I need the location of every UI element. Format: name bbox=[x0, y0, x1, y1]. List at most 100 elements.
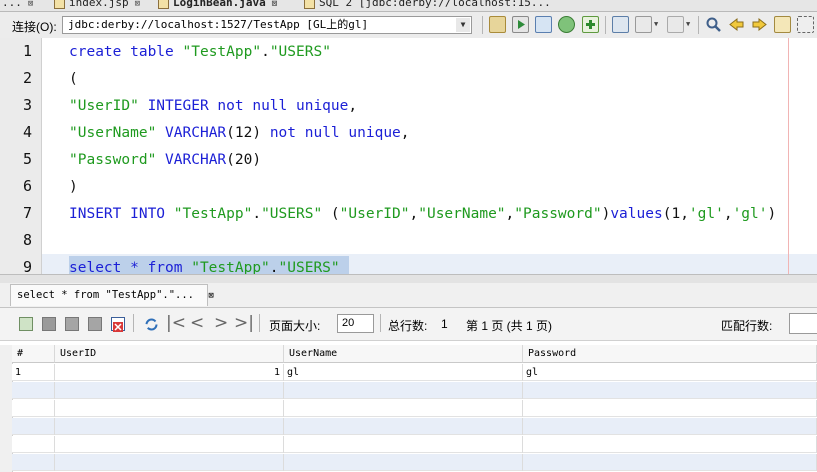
sql-string: "TestApp" bbox=[173, 206, 253, 222]
cancel-edits-icon[interactable] bbox=[88, 317, 102, 331]
refresh-icon[interactable] bbox=[558, 16, 575, 33]
close-icon[interactable]: ⊠ bbox=[208, 291, 213, 301]
file-tab-loginbean[interactable]: LoginBean.java ⊠ bbox=[158, 0, 277, 10]
right-margin-line bbox=[788, 38, 789, 274]
cell-username[interactable] bbox=[284, 436, 523, 453]
add-icon[interactable] bbox=[582, 16, 599, 33]
next-bookmark-icon[interactable] bbox=[797, 16, 814, 33]
cell-password[interactable] bbox=[523, 382, 817, 399]
history-icon[interactable] bbox=[535, 16, 552, 33]
sql-string: "Password" bbox=[514, 206, 602, 222]
file-tab-overflow[interactable]: ... ⊠ bbox=[2, 0, 33, 10]
sql-string: 'gl' bbox=[732, 206, 768, 222]
cell-rownum[interactable] bbox=[12, 382, 55, 399]
close-icon[interactable]: ⊠ bbox=[135, 0, 140, 9]
refresh-records-icon[interactable] bbox=[144, 317, 158, 331]
file-tab-index-jsp[interactable]: index.jsp ⊠ bbox=[54, 0, 140, 10]
sql-punctuation: ( bbox=[322, 206, 340, 222]
cell-rownum[interactable] bbox=[12, 436, 55, 453]
cell-rownum[interactable] bbox=[12, 400, 55, 417]
commit-icon[interactable] bbox=[65, 317, 79, 331]
cell-username[interactable] bbox=[284, 454, 523, 471]
sql-string: "UserName" bbox=[69, 125, 157, 141]
chevron-down-icon[interactable]: ▼ bbox=[654, 20, 658, 28]
sql-punctuation: ) bbox=[69, 179, 78, 195]
cell-username[interactable] bbox=[284, 382, 523, 399]
chevron-down-icon[interactable]: ▼ bbox=[686, 20, 690, 28]
code-line[interactable]: create table "TestApp"."USERS" bbox=[69, 43, 331, 61]
back-icon[interactable] bbox=[612, 16, 629, 33]
sql-keyword: VARCHAR bbox=[165, 152, 227, 168]
total-rows-label: 总行数: bbox=[388, 319, 428, 333]
cross-icon bbox=[113, 322, 123, 332]
table-row[interactable] bbox=[12, 382, 817, 399]
search-icon[interactable] bbox=[705, 16, 722, 33]
cell-rownum[interactable] bbox=[12, 418, 55, 435]
column-header-password[interactable]: Password bbox=[523, 345, 817, 363]
code-line[interactable]: INSERT INTO "TestApp"."USERS" ("UserID",… bbox=[69, 205, 776, 223]
cell-password[interactable] bbox=[523, 436, 817, 453]
sql-punctuation: , bbox=[400, 125, 410, 141]
toolbar-separator bbox=[380, 314, 381, 332]
cell-userid[interactable] bbox=[55, 400, 284, 417]
last-page-icon[interactable]: >| bbox=[234, 313, 254, 333]
column-header-userid[interactable]: UserID bbox=[55, 345, 284, 363]
cell-password[interactable]: gl bbox=[523, 364, 817, 381]
table-row[interactable]: 1 1 gl gl bbox=[12, 364, 817, 381]
cell-userid[interactable] bbox=[55, 454, 284, 471]
options-icon[interactable] bbox=[635, 16, 652, 33]
cell-password[interactable] bbox=[523, 400, 817, 417]
run-statement-icon[interactable] bbox=[512, 16, 529, 33]
sql-keyword: create table bbox=[69, 44, 183, 60]
code-line[interactable]: ) bbox=[69, 178, 78, 196]
truncate-table-icon[interactable] bbox=[111, 317, 125, 332]
connection-select[interactable]: jdbc:derby://localhost:1527/TestApp [GL上… bbox=[62, 16, 472, 34]
plus-icon bbox=[586, 20, 595, 29]
close-icon[interactable]: ⊠ bbox=[28, 0, 33, 9]
chevron-down-icon[interactable]: ▼ bbox=[456, 18, 470, 32]
cell-username[interactable] bbox=[284, 400, 523, 417]
cell-userid[interactable] bbox=[55, 382, 284, 399]
column-header-username[interactable]: UserName bbox=[284, 345, 523, 363]
cell-username[interactable] bbox=[284, 418, 523, 435]
match-count-label: 匹配行数: bbox=[721, 319, 773, 333]
run-sql-icon[interactable] bbox=[489, 16, 506, 33]
prev-occurrence-icon[interactable] bbox=[728, 16, 745, 33]
explain-icon[interactable] bbox=[667, 16, 684, 33]
sql-string: "UserID" bbox=[339, 206, 410, 222]
first-page-icon[interactable]: |< bbox=[166, 313, 186, 333]
delete-record-icon[interactable] bbox=[42, 317, 56, 331]
cell-password[interactable] bbox=[523, 454, 817, 471]
cell-userid[interactable] bbox=[55, 436, 284, 453]
code-line[interactable]: "Password" VARCHAR(20) bbox=[69, 151, 261, 169]
cell-rownum[interactable] bbox=[12, 454, 55, 471]
cell-password[interactable] bbox=[523, 418, 817, 435]
code-line[interactable]: "UserName" VARCHAR(12) not null unique, bbox=[69, 124, 410, 142]
toolbar-separator bbox=[259, 314, 260, 332]
sql-punctuation: 12 bbox=[234, 125, 253, 141]
close-icon[interactable]: ⊠ bbox=[272, 0, 277, 9]
table-row[interactable] bbox=[12, 436, 817, 453]
code-line[interactable]: "UserID" INTEGER not null unique, bbox=[69, 97, 357, 115]
table-row[interactable] bbox=[12, 418, 817, 435]
next-page-icon[interactable]: > bbox=[214, 313, 228, 333]
cell-username[interactable]: gl bbox=[284, 364, 523, 381]
table-row[interactable] bbox=[12, 454, 817, 471]
cell-userid[interactable] bbox=[55, 418, 284, 435]
result-tab-label: select * from "TestApp"."... bbox=[17, 289, 195, 301]
previous-page-icon[interactable]: < bbox=[190, 313, 204, 333]
next-occurrence-icon[interactable] bbox=[751, 16, 768, 33]
code-line[interactable]: ( bbox=[69, 70, 78, 88]
toggle-bookmark-icon[interactable] bbox=[774, 16, 791, 33]
column-header-rownum[interactable]: # bbox=[12, 345, 55, 363]
cell-userid[interactable]: 1 bbox=[55, 364, 284, 381]
match-count-input[interactable] bbox=[789, 313, 817, 334]
sql-punctuation: . bbox=[252, 206, 262, 222]
table-row[interactable] bbox=[12, 400, 817, 417]
sql-punctuation: , bbox=[348, 98, 358, 114]
cell-rownum[interactable]: 1 bbox=[12, 364, 55, 381]
insert-record-icon[interactable] bbox=[19, 317, 33, 331]
file-tab-sql2[interactable]: SQL 2 [jdbc:derby://localhost:15... bbox=[304, 0, 551, 10]
page-size-input[interactable]: 20 bbox=[337, 314, 374, 333]
result-tab[interactable]: select * from "TestApp"."... ⊠ bbox=[10, 284, 214, 306]
